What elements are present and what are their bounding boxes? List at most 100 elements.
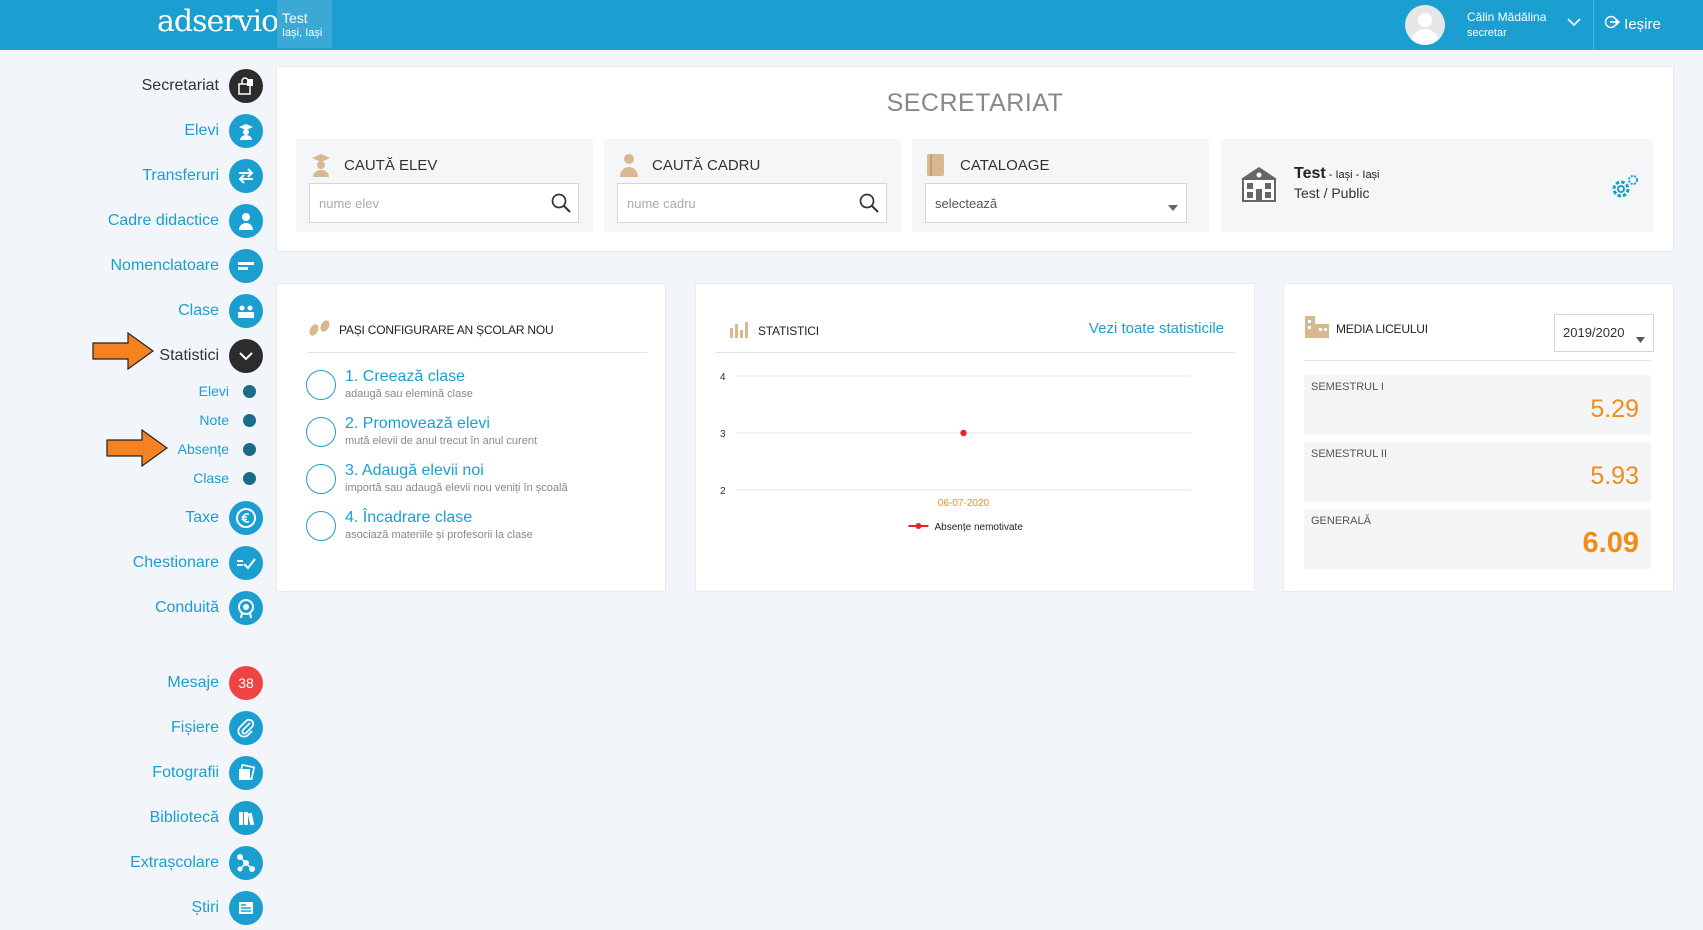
legend-marker xyxy=(915,523,922,529)
top-bar: adservio Test Iași, Iași Călin Mădălina … xyxy=(0,0,1703,50)
sidebar-subitem-elevi[interactable]: Elevi xyxy=(199,381,256,401)
sidebar-item-label: Clase xyxy=(178,302,219,319)
badge-icon xyxy=(229,591,263,625)
school-info-card: Test - Iași - Iași Test / Public xyxy=(1221,139,1653,232)
school-info-name: Test xyxy=(1294,165,1326,182)
search-icon[interactable] xyxy=(550,192,572,217)
step-subtitle: importă sau adaugă elevii nou veniți în … xyxy=(345,482,568,494)
sidebar-item-stiri[interactable]: Știri xyxy=(191,890,263,926)
sidebar-item-clase[interactable]: Clase xyxy=(178,293,263,329)
sidebar-item-mesaje[interactable]: Mesaje 38 xyxy=(167,665,263,701)
sidebar-item-fotografii[interactable]: Fotografii xyxy=(152,755,263,791)
logo[interactable]: adservio xyxy=(157,4,279,39)
student-search-input[interactable]: nume elev xyxy=(309,183,579,223)
sidebar-item-label: Mesaje xyxy=(167,674,219,691)
sidebar-item-fisiere[interactable]: Fișiere xyxy=(171,710,263,746)
school-info-location: - Iași - Iași xyxy=(1325,169,1380,181)
sidebar-item-transferuri[interactable]: Transferuri xyxy=(142,158,263,194)
caret-down-icon xyxy=(1168,199,1178,214)
semester-1-average: SEMESTRUL I 5.29 xyxy=(1304,375,1651,435)
sidebar-item-label: Cadre didactice xyxy=(107,212,219,229)
search-input-placeholder: nume elev xyxy=(319,195,379,211)
school-year-select[interactable]: 2019/2020 xyxy=(1554,314,1654,352)
sidebar-subitem-absente[interactable]: Absențe xyxy=(178,439,256,459)
school-building-icon xyxy=(1237,163,1281,208)
user-role: secretar xyxy=(1467,27,1507,39)
sidebar-item-elevi[interactable]: Elevi xyxy=(184,113,263,149)
sidebar-item-label: Chestionare xyxy=(132,554,219,571)
step-title[interactable]: 3. Adaugă elevii noi xyxy=(345,462,484,480)
y-tick-label: 3 xyxy=(720,429,726,440)
sidebar-item-label: Fișiere xyxy=(170,719,219,736)
classroom-icon xyxy=(229,294,263,328)
step-subtitle: adaugă sau elemină clase xyxy=(345,388,473,400)
step-title[interactable]: 2. Promovează elevi xyxy=(345,415,490,433)
y-tick-label: 4 xyxy=(720,372,726,383)
sidebar-subitem-label: Elevi xyxy=(198,383,229,399)
sidebar-item-label: Transferuri xyxy=(142,167,219,184)
avatar[interactable] xyxy=(1405,5,1445,45)
sidebar-item-taxe[interactable]: Taxe xyxy=(185,500,263,536)
sidebar-item-cadre-didactice[interactable]: Cadre didactice xyxy=(108,203,263,239)
news-icon xyxy=(229,891,263,925)
teacher-icon xyxy=(229,204,263,238)
sidebar-subitem-label: Clase xyxy=(193,470,229,486)
logout-button[interactable]: Ieșire xyxy=(1604,15,1661,33)
chevron-down-icon[interactable] xyxy=(1567,14,1581,30)
step-subtitle: mută elevii de anul trecut în anul curen… xyxy=(345,435,538,447)
general-average: GENERALĂ 6.09 xyxy=(1304,509,1651,569)
caret-down-icon xyxy=(1636,331,1645,346)
sidebar-item-chestionare[interactable]: Chestionare xyxy=(133,545,263,581)
list-icon xyxy=(229,249,263,283)
sidebar-item-label: Extrașcolare xyxy=(130,854,219,871)
sidebar-item-label: Statistici xyxy=(159,347,219,364)
catalog-select[interactable]: selectează xyxy=(925,183,1187,223)
semester-label: SEMESTRUL I xyxy=(1311,381,1384,393)
y-tick-label: 2 xyxy=(720,486,726,497)
school-city: Iași, Iași xyxy=(282,27,323,39)
school-selector[interactable]: Test Iași, Iași xyxy=(277,0,332,48)
transfer-icon xyxy=(229,159,263,193)
divider xyxy=(715,352,1235,353)
student-icon xyxy=(229,114,263,148)
semester-label: SEMESTRUL II xyxy=(1311,448,1387,460)
school-average-title: MEDIA LICEULUI xyxy=(1304,314,1428,343)
sidebar-item-extrascolare[interactable]: Extrașcolare xyxy=(130,845,263,881)
user-name[interactable]: Călin Mădălina xyxy=(1467,9,1546,25)
semester-label: GENERALĂ xyxy=(1311,515,1371,527)
sidebar-item-label: Elevi xyxy=(184,122,219,139)
settings-gears-icon[interactable] xyxy=(1609,173,1641,206)
school-info-type: Test / Public xyxy=(1294,185,1370,201)
semester-value: 5.93 xyxy=(1590,462,1639,490)
sidebar-subitem-note[interactable]: Note xyxy=(199,410,256,430)
step-circle-icon[interactable] xyxy=(306,370,336,400)
sidebar-item-biblioteca[interactable]: Bibliotecă xyxy=(150,800,263,836)
step-subtitle: asociază materiile și profesorii la clas… xyxy=(345,529,533,541)
step-title[interactable]: 1. Creează clase xyxy=(345,368,465,386)
statistics-panel: STATISTICI Vezi toate statisticile 2 3 4 06… xyxy=(695,283,1255,592)
secretariat-panel: SECRETARIAT CAUTĂ ELEV nume elev CAUTĂ C… xyxy=(276,66,1674,252)
sidebar-subitem-label: Note xyxy=(199,412,229,428)
catalogs-label: CATALOAGE xyxy=(960,156,1050,174)
sidebar-item-statistici[interactable]: Statistici xyxy=(159,338,263,374)
catalog-icon xyxy=(926,153,948,177)
sidebar-item-nomenclatoare[interactable]: Nomenclatoare xyxy=(110,248,263,284)
step-circle-icon[interactable] xyxy=(306,511,336,541)
view-all-statistics-link[interactable]: Vezi toate statisticile xyxy=(1089,320,1224,337)
teacher-search-input[interactable]: nume cadru xyxy=(617,183,887,223)
sidebar-item-conduita[interactable]: Conduită xyxy=(155,590,263,626)
chevron-down-icon xyxy=(229,339,263,373)
sidebar-item-label: Fotografii xyxy=(152,764,219,781)
search-icon[interactable] xyxy=(858,192,880,217)
footsteps-icon xyxy=(307,319,333,340)
sidebar-item-secretariat[interactable]: Secretariat xyxy=(142,68,263,104)
step-circle-icon[interactable] xyxy=(306,417,336,447)
step-circle-icon[interactable] xyxy=(306,464,336,494)
sidebar-item-label: Nomenclatoare xyxy=(110,257,220,274)
sidebar-subitem-clase[interactable]: Clase xyxy=(193,468,256,488)
general-average-value: 6.09 xyxy=(1582,527,1639,559)
data-point xyxy=(960,429,967,437)
annotation-arrow-icon xyxy=(106,429,168,467)
sidebar-item-label: Taxe xyxy=(185,509,219,526)
step-title[interactable]: 4. Încadrare clase xyxy=(345,509,472,527)
